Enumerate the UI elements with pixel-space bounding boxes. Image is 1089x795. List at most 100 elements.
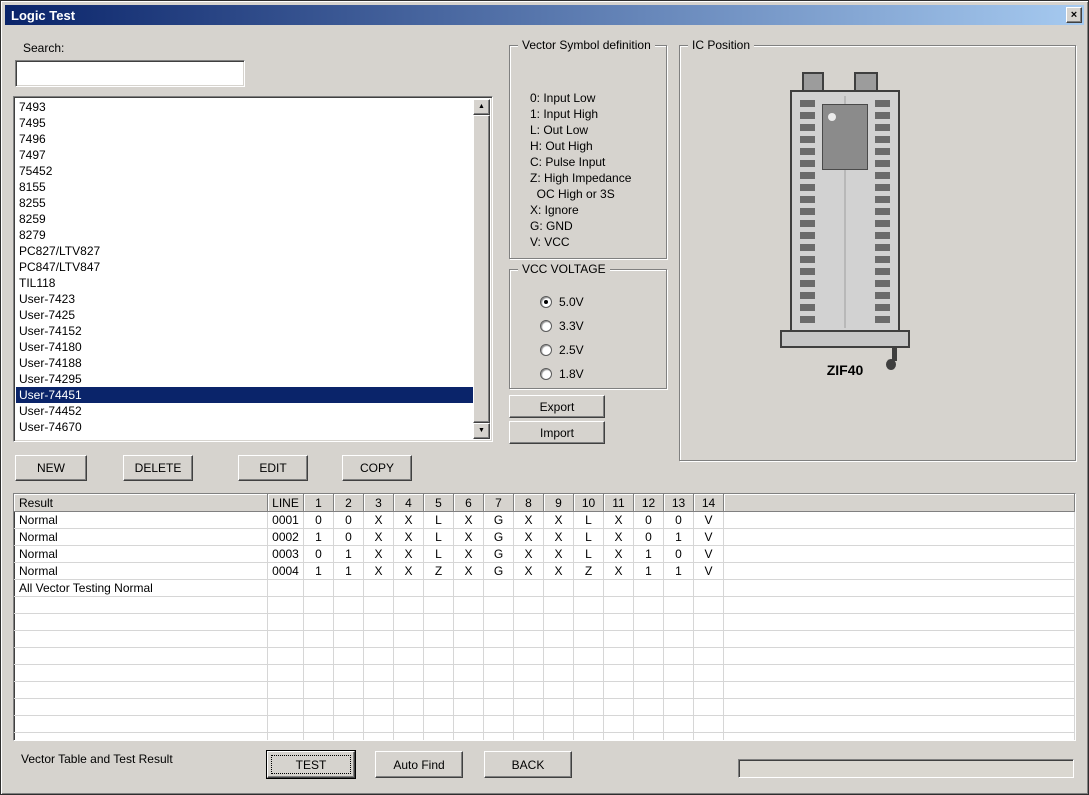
- vector-cell: [304, 631, 334, 648]
- vector-cell: [304, 614, 334, 631]
- vector-cell: L: [574, 529, 604, 546]
- vector-cell: [604, 716, 634, 733]
- vector-cell: [424, 631, 454, 648]
- vector-cell: 0: [334, 529, 364, 546]
- socket-pins-left: [800, 100, 815, 326]
- vector-cell: [484, 699, 514, 716]
- column-header[interactable]: 7: [484, 494, 514, 512]
- vcc-voltage-group-title: VCC VOLTAGE: [518, 262, 610, 276]
- list-item[interactable]: 8255: [16, 195, 473, 211]
- list-item[interactable]: User-74452: [16, 403, 473, 419]
- delete-button[interactable]: DELETE: [123, 455, 193, 481]
- back-button[interactable]: BACK: [484, 751, 572, 778]
- scrollbar-track[interactable]: [473, 115, 490, 423]
- column-header[interactable]: 2: [334, 494, 364, 512]
- list-item[interactable]: User-7423: [16, 291, 473, 307]
- copy-button[interactable]: COPY: [342, 455, 412, 481]
- search-input[interactable]: [15, 60, 245, 87]
- vcc-option-3-3v[interactable]: 3.3V: [540, 314, 584, 338]
- table-row[interactable]: Normal000301XXLXGXXLX10V: [14, 546, 1075, 563]
- empty-row: [14, 699, 1075, 716]
- list-item[interactable]: User-74188: [16, 355, 473, 371]
- vector-cell: [514, 682, 544, 699]
- column-header[interactable]: 5: [424, 494, 454, 512]
- edit-button[interactable]: EDIT: [238, 455, 308, 481]
- list-item[interactable]: User-74152: [16, 323, 473, 339]
- test-button[interactable]: TEST: [267, 751, 355, 778]
- list-scrollbar[interactable]: ▲ ▼: [473, 99, 490, 439]
- titlebar[interactable]: Logic Test ×: [5, 5, 1084, 25]
- list-item[interactable]: User-7425: [16, 307, 473, 323]
- vector-cell: X: [514, 512, 544, 529]
- list-item[interactable]: PC847/LTV847: [16, 259, 473, 275]
- vector-cell: [424, 614, 454, 631]
- vcc-option-1-8v[interactable]: 1.8V: [540, 362, 584, 386]
- vector-cell: [484, 716, 514, 733]
- vector-cell: [544, 580, 574, 597]
- vector-cell: 0: [304, 546, 334, 563]
- table-row[interactable]: Normal000210XXLXGXXLX01V: [14, 529, 1075, 546]
- vector-cell: [304, 580, 334, 597]
- empty-row: [14, 682, 1075, 699]
- list-item[interactable]: 8279: [16, 227, 473, 243]
- column-header[interactable]: 12: [634, 494, 664, 512]
- vector-cell: [454, 733, 484, 741]
- vector-cell: [694, 648, 724, 665]
- export-button[interactable]: Export: [509, 395, 605, 418]
- vector-cell: [544, 597, 574, 614]
- vcc-options: 5.0V3.3V2.5V1.8V: [540, 290, 584, 386]
- list-item[interactable]: 75452: [16, 163, 473, 179]
- column-header[interactable]: Result: [14, 494, 268, 512]
- result-cell: Normal: [14, 529, 268, 546]
- list-item[interactable]: User-74451: [16, 387, 473, 403]
- table-row[interactable]: Normal000100XXLXGXXLX00V: [14, 512, 1075, 529]
- column-header-filler: [724, 494, 1075, 512]
- column-header[interactable]: 13: [664, 494, 694, 512]
- auto-find-button[interactable]: Auto Find: [375, 751, 463, 778]
- list-item[interactable]: 7497: [16, 147, 473, 163]
- vector-cell: [634, 665, 664, 682]
- column-header[interactable]: 1: [304, 494, 334, 512]
- list-item[interactable]: TIL118: [16, 275, 473, 291]
- column-header[interactable]: 11: [604, 494, 634, 512]
- scroll-down-button[interactable]: ▼: [473, 423, 490, 439]
- scroll-up-button[interactable]: ▲: [473, 99, 490, 115]
- vector-cell: X: [364, 529, 394, 546]
- list-item[interactable]: 8155: [16, 179, 473, 195]
- scrollbar-thumb[interactable]: [473, 115, 490, 423]
- vector-cell: [574, 648, 604, 665]
- list-item[interactable]: User-74180: [16, 339, 473, 355]
- vector-cell: G: [484, 563, 514, 580]
- vector-cell: [604, 631, 634, 648]
- import-button[interactable]: Import: [509, 421, 605, 444]
- vector-cell: [694, 614, 724, 631]
- column-header[interactable]: 14: [694, 494, 724, 512]
- summary-row[interactable]: All Vector Testing Normal: [14, 580, 1075, 597]
- vector-cell: G: [484, 529, 514, 546]
- vcc-option-5-0v[interactable]: 5.0V: [540, 290, 584, 314]
- empty-row: [14, 631, 1075, 648]
- vector-cell: [454, 597, 484, 614]
- vector-cell: [364, 665, 394, 682]
- list-item[interactable]: User-74295: [16, 371, 473, 387]
- vector-cell: [424, 716, 454, 733]
- vector-cell: [394, 716, 424, 733]
- list-item[interactable]: PC827/LTV827: [16, 243, 473, 259]
- list-item[interactable]: 7496: [16, 131, 473, 147]
- list-item[interactable]: 8259: [16, 211, 473, 227]
- column-header[interactable]: 8: [514, 494, 544, 512]
- new-button[interactable]: NEW: [15, 455, 87, 481]
- vcc-option-2-5v[interactable]: 2.5V: [540, 338, 584, 362]
- list-item[interactable]: User-74670: [16, 419, 473, 435]
- column-header[interactable]: 6: [454, 494, 484, 512]
- column-header[interactable]: 9: [544, 494, 574, 512]
- table-row[interactable]: Normal000411XXZXGXXZX11V: [14, 563, 1075, 580]
- list-item[interactable]: 7495: [16, 115, 473, 131]
- column-header[interactable]: 4: [394, 494, 424, 512]
- vector-cell: [634, 682, 664, 699]
- close-button[interactable]: ×: [1066, 7, 1082, 23]
- column-header[interactable]: LINE: [268, 494, 304, 512]
- list-item[interactable]: 7493: [16, 99, 473, 115]
- column-header[interactable]: 10: [574, 494, 604, 512]
- column-header[interactable]: 3: [364, 494, 394, 512]
